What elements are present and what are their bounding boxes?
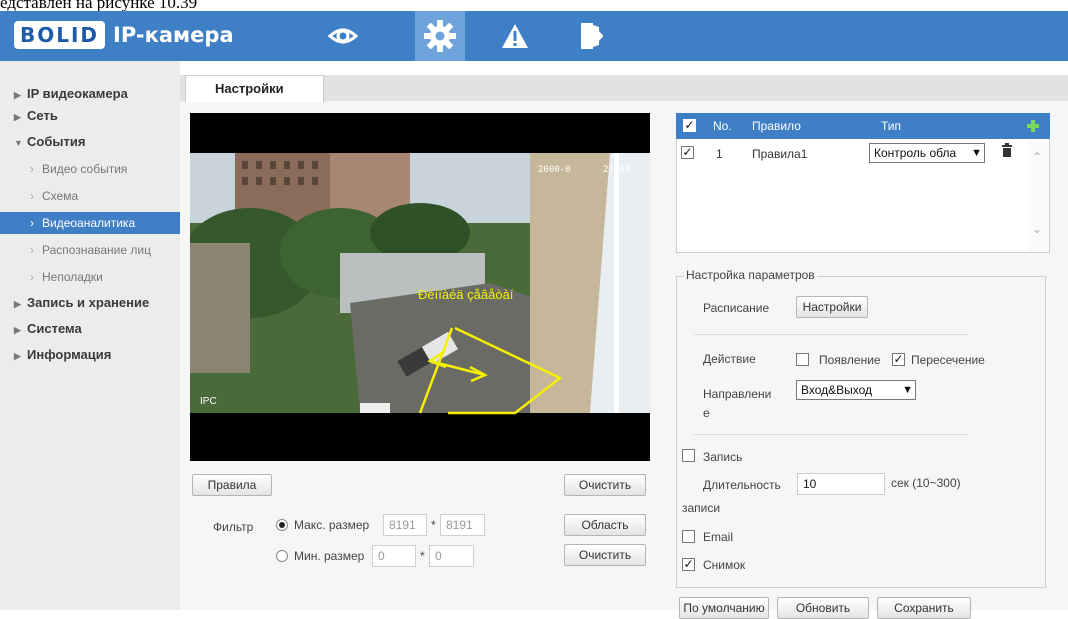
default-button[interactable]: По умолчанию [679,597,769,619]
add-rule-icon[interactable] [1026,119,1040,133]
appearance-checkbox[interactable] [796,353,809,366]
rule-row-no: 1 [716,147,723,161]
crossing-label: Пересечение [911,353,985,367]
save-button[interactable]: Сохранить [877,597,971,619]
params-legend: Настройка параметров [684,268,817,282]
chevron-down-icon: ▼ [902,384,913,396]
triangle-right-icon: ▶ [14,112,21,122]
triangle-down-icon: ▼ [14,138,23,148]
max-height-field[interactable]: 8191 [440,514,485,536]
triangle-right-icon: ▶ [14,325,21,335]
header-no: No. [713,119,732,133]
min-size-label: Мин. размер [294,549,365,563]
clear-filter-button[interactable]: Очистить [564,544,646,566]
rules-scrollbar[interactable]: ⌃ ⌄ [1028,140,1048,252]
logo-wordmark: BOLID [14,21,106,49]
duration-label-wrap: записи [682,501,721,515]
schedule-settings-button[interactable]: Настройки [796,296,868,318]
refresh-button[interactable]: Обновить [777,597,869,619]
gear-icon [424,20,456,52]
sidebar-item-faults[interactable]: › Неполадки [0,266,180,288]
eye-icon [328,28,358,44]
triangle-right-icon: ▶ [14,351,21,361]
sidebar-item-video-analytics[interactable]: › Видеоаналитика [0,212,180,234]
duration-label: Длительность [703,478,781,492]
chevron-right-icon: › [30,162,34,176]
min-width-field[interactable]: 0 [372,545,416,567]
max-width-field[interactable]: 8191 [383,514,427,536]
divider [694,334,969,335]
area-button[interactable]: Область [564,514,646,536]
sidebar-item-information[interactable]: ▶ Информация [0,344,180,366]
rule-row-checkbox[interactable]: ✓ [681,146,694,159]
appearance-label: Появление [819,353,881,367]
chevron-right-icon: › [30,189,34,203]
nav-settings[interactable] [415,11,465,61]
video-preview[interactable]: 2000-0 23:00 IPC Ðèíïàéä çåâåòàí [190,113,650,461]
header-type: Тип [881,119,902,133]
triangle-right-icon: ▶ [14,299,21,309]
record-checkbox[interactable] [682,449,695,462]
video-timestamp: 2000-0 23:00 [538,165,631,175]
filter-label: Фильтр [213,520,254,534]
crossing-checkbox[interactable]: ✓ [892,353,905,366]
rule-type-select[interactable]: Контроль обла ▼ [869,143,985,163]
snapshot-checkbox[interactable]: ✓ [682,558,695,571]
top-navigation-bar: BOLID IP-камера [0,11,1068,61]
min-size-radio[interactable] [276,550,288,562]
product-name: IP-камера [113,23,234,47]
scroll-up-icon[interactable]: ⌃ [1032,150,1042,164]
record-label: Запись [703,450,743,464]
sidebar: ▶ IP видеокамера ▶ Сеть ▼ События › Видео со… [0,61,180,610]
min-height-field[interactable]: 0 [429,545,474,567]
tab-settings[interactable]: Настройки [185,75,324,103]
chevron-right-icon: › [30,216,34,230]
chevron-down-icon: ▼ [971,147,982,159]
rules-button[interactable]: Правила [192,474,272,496]
direction-select[interactable]: Вход&Выход ▼ [796,380,916,400]
schedule-label: Расписание [703,301,770,315]
delete-rule-icon[interactable] [1001,143,1013,157]
triangle-right-icon: ▶ [14,90,21,100]
rule-row-name: Правила1 [752,147,808,161]
nav-logout[interactable] [565,11,615,61]
sidebar-item-ip-camera[interactable]: ▶ IP видеокамера [0,83,180,105]
sidebar-item-scheme[interactable]: › Схема [0,185,180,207]
sidebar-item-system[interactable]: ▶ Система [0,318,180,340]
select-all-checkbox[interactable]: ✓ [683,119,696,132]
warning-icon [502,24,528,48]
duration-field[interactable]: 10 [797,473,885,495]
rules-table-header: ✓ No. Правило Тип [676,113,1050,139]
duration-hint: сек (10~300) [891,476,961,490]
sidebar-item-face-recognition[interactable]: › Распознавание лиц [0,239,180,261]
rule-overlay-label: Ðèíïàéä çåâåòàí [418,287,514,302]
times-symbol: * [431,518,436,532]
action-label: Действие [703,352,756,366]
max-size-label: Макс. размер [294,518,370,532]
email-checkbox[interactable] [682,530,695,543]
email-label: Email [703,530,734,544]
video-channel-label: IPC [200,396,217,407]
times-symbol: * [420,549,425,563]
sidebar-item-network[interactable]: ▶ Сеть [0,105,180,127]
direction-label-wrap: е [703,406,710,420]
clear-rules-button[interactable]: Очистить [564,474,646,496]
sidebar-item-record-storage[interactable]: ▶ Запись и хранение [0,292,180,314]
scroll-down-icon[interactable]: ⌄ [1032,222,1042,236]
direction-label: Направлени [703,387,772,401]
sidebar-item-video-events[interactable]: › Видео события [0,158,180,180]
header-rule: Правило [752,119,801,133]
nav-alarm[interactable] [490,11,540,61]
chevron-right-icon: › [30,270,34,284]
nav-live-view[interactable] [318,11,368,61]
brand-logo: BOLID IP-камера [14,17,234,53]
exit-icon [581,23,603,49]
sidebar-item-events[interactable]: ▼ События [0,131,180,153]
divider [694,434,969,435]
chevron-right-icon: › [30,243,34,257]
max-size-radio[interactable] [276,519,288,531]
snapshot-label: Снимок [703,558,746,572]
